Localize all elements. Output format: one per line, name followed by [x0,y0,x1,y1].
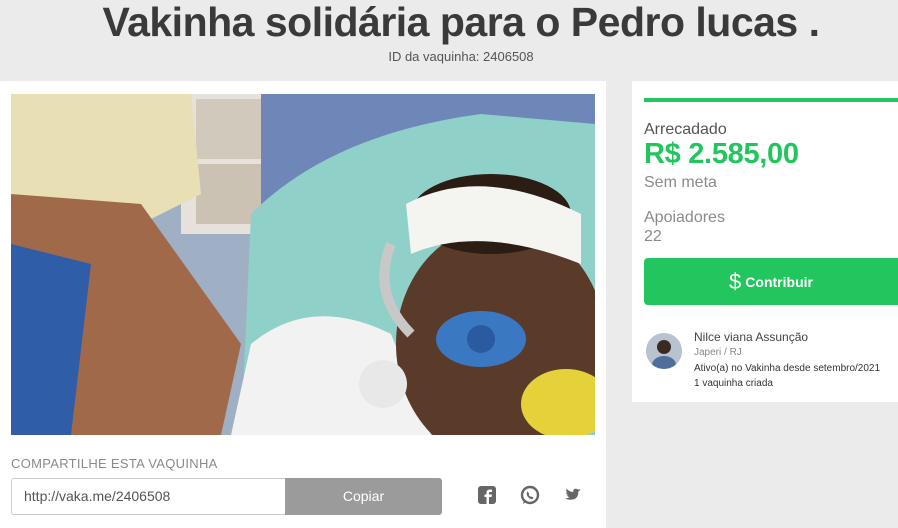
campaign-photo [11,94,595,435]
organizer-avatar[interactable] [646,333,682,369]
goal-text: Sem meta [644,174,717,191]
twitter-icon[interactable] [561,485,583,507]
copy-link-button[interactable]: Copiar [285,478,442,515]
avatar-image [646,333,682,369]
dollar-icon: $ [729,269,742,294]
raised-label: Arrecadado [644,121,727,138]
raised-amount: R$ 2.585,00 [644,138,799,170]
supporters-label: Apoiadores [644,209,725,226]
organizer-active-since: Ativo(a) no Vakinha desde setembro/2021 [694,363,881,374]
campaign-main-card: COMPARTILHE ESTA VAQUINHA http://vaka.me… [0,81,606,528]
page-title: Vakinha solidária para o Pedro lucas . [102,0,820,45]
contribute-button[interactable]: $ Contribuir [644,258,898,305]
campaign-id: ID da vaquinha: 2406508 [388,49,534,64]
whatsapp-icon[interactable] [519,485,541,507]
organizer-name[interactable]: Nilce viana Assunção [694,330,808,344]
organizer-campaign-count: 1 vaquinha criada [694,378,773,389]
campaign-photo-illustration [11,94,595,435]
donation-summary-card: Arrecadado R$ 2.585,00 Sem meta Apoiador… [632,81,898,402]
organizer-location: Japeri / RJ [694,347,742,358]
progress-bar [644,98,898,102]
facebook-icon[interactable] [477,485,499,507]
share-label: COMPARTILHE ESTA VAQUINHA [11,456,218,471]
share-link-field[interactable]: http://vaka.me/2406508 [11,478,285,515]
contribute-label: Contribuir [745,274,813,290]
campaign-header: Vakinha solidária para o Pedro lucas . I… [0,0,898,80]
supporters-count: 22 [644,228,662,245]
